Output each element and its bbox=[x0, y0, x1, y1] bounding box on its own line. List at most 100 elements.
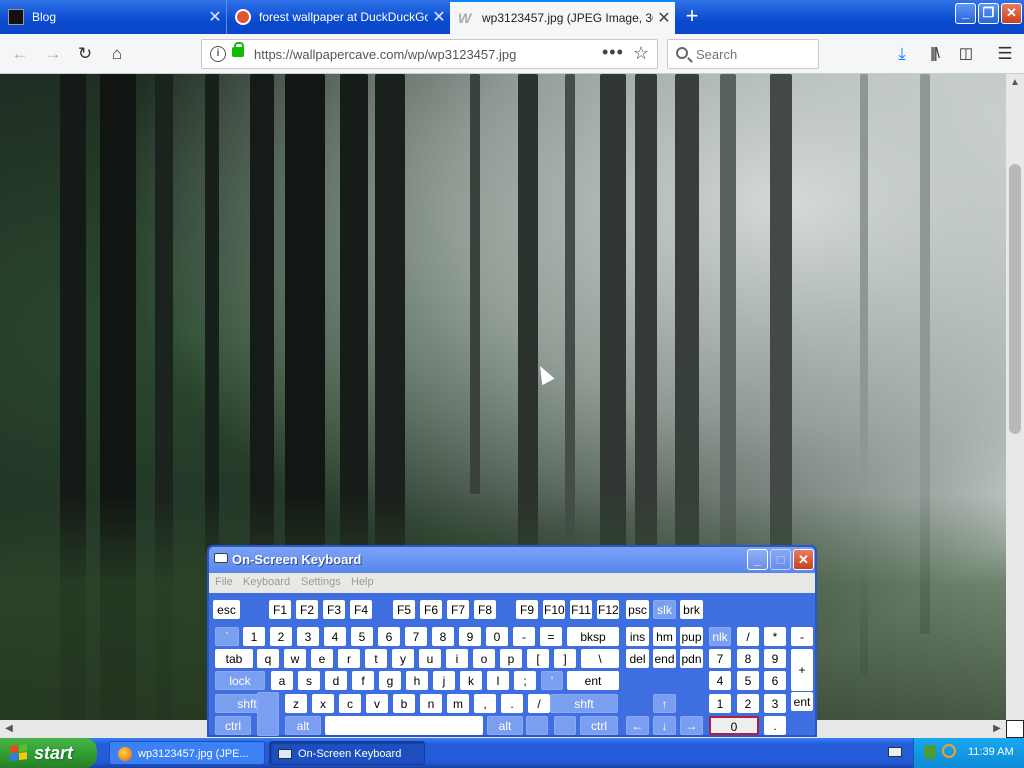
osk-key[interactable]: alt bbox=[285, 716, 321, 735]
osk-key[interactable]: 1 bbox=[243, 627, 265, 646]
osk-key[interactable]: F3 bbox=[323, 600, 345, 619]
osk-key[interactable]: F10 bbox=[543, 600, 565, 619]
osk-key[interactable]: ctrl bbox=[580, 716, 618, 735]
osk-key[interactable]: ent bbox=[791, 692, 813, 711]
scroll-right-icon[interactable]: ▶ bbox=[988, 720, 1006, 738]
taskbar-button-firefox[interactable]: wp3123457.jpg (JPE... bbox=[109, 741, 265, 765]
osk-key[interactable]: F12 bbox=[597, 600, 619, 619]
scrollbar-thumb[interactable] bbox=[1009, 164, 1021, 434]
osk-key[interactable]: F9 bbox=[516, 600, 538, 619]
osk-key[interactable] bbox=[257, 692, 279, 736]
osk-key[interactable]: ent bbox=[567, 671, 619, 690]
search-input[interactable] bbox=[696, 44, 811, 64]
minimize-button[interactable]: _ bbox=[955, 3, 976, 24]
osk-key[interactable]: j bbox=[433, 671, 455, 690]
osk-key[interactable]: ↓ bbox=[653, 716, 676, 735]
osk-key[interactable]: v bbox=[366, 694, 388, 713]
osk-key[interactable]: 2 bbox=[270, 627, 292, 646]
osk-key[interactable] bbox=[325, 716, 483, 735]
network-icon[interactable] bbox=[924, 745, 936, 759]
osk-key[interactable]: 6 bbox=[764, 671, 786, 690]
osk-key[interactable]: r bbox=[338, 649, 360, 668]
osk-key[interactable]: F5 bbox=[393, 600, 415, 619]
close-tab-icon[interactable]: ✕ bbox=[204, 7, 226, 27]
osk-key[interactable]: / bbox=[528, 694, 550, 713]
osk-key[interactable]: ] bbox=[554, 649, 576, 668]
windows-key[interactable]: → bbox=[680, 716, 703, 735]
osk-key[interactable]: hm bbox=[653, 627, 676, 646]
osk-key[interactable]: 0 bbox=[486, 627, 508, 646]
osk-key[interactable]: 1 bbox=[709, 694, 731, 713]
url-text[interactable]: https://wallpapercave.com/wp/wp3123457.j… bbox=[254, 47, 516, 62]
magnifier-icon[interactable] bbox=[942, 744, 956, 758]
new-tab-button[interactable]: + bbox=[680, 4, 704, 28]
close-tab-icon[interactable]: ✕ bbox=[653, 8, 675, 28]
osk-key[interactable]: y bbox=[392, 649, 414, 668]
osk-key[interactable]: tab bbox=[215, 649, 253, 668]
osk-key[interactable]: brk bbox=[680, 600, 703, 619]
page-actions-icon[interactable]: ••• bbox=[602, 42, 624, 63]
taskbar-button-osk[interactable]: On-Screen Keyboard bbox=[269, 741, 425, 765]
osk-key[interactable]: p bbox=[500, 649, 522, 668]
osk-key[interactable]: / bbox=[737, 627, 759, 646]
close-tab-icon[interactable]: ✕ bbox=[428, 7, 450, 27]
osk-key[interactable]: 4 bbox=[324, 627, 346, 646]
lock-icon[interactable] bbox=[232, 42, 244, 57]
osk-key[interactable]: * bbox=[764, 627, 786, 646]
osk-key[interactable]: pup bbox=[680, 627, 703, 646]
menu-help[interactable]: Help bbox=[351, 576, 374, 588]
osk-key[interactable]: + bbox=[791, 649, 813, 691]
osk-key[interactable]: . bbox=[764, 716, 786, 735]
downloads-icon[interactable]: ⤓ bbox=[890, 42, 914, 66]
tab-wallpaper-image[interactable]: W wp3123457.jpg (JPEG Image, 300 ✕ bbox=[450, 0, 675, 34]
osk-key[interactable]: 3 bbox=[297, 627, 319, 646]
osk-key[interactable]: lock bbox=[215, 671, 265, 690]
osk-key[interactable]: e bbox=[311, 649, 333, 668]
osk-title-bar[interactable]: On-Screen Keyboard _ □ ✕ bbox=[209, 547, 815, 573]
application-menu-key[interactable]: 0 bbox=[709, 716, 759, 735]
osk-key[interactable]: del bbox=[626, 649, 649, 668]
osk-key[interactable]: u bbox=[419, 649, 441, 668]
osk-key[interactable]: 3 bbox=[764, 694, 786, 713]
osk-key[interactable]: pdn bbox=[680, 649, 703, 668]
sidebar-icon[interactable]: ◫ bbox=[954, 42, 978, 66]
osk-key[interactable]: d bbox=[325, 671, 347, 690]
osk-key[interactable]: i bbox=[446, 649, 468, 668]
osk-key[interactable]: m bbox=[447, 694, 469, 713]
vertical-scrollbar[interactable]: ▲ bbox=[1006, 74, 1024, 720]
menu-keyboard[interactable]: Keyboard bbox=[243, 576, 290, 588]
osk-key[interactable]: F2 bbox=[296, 600, 318, 619]
osk-key[interactable]: shft bbox=[550, 694, 618, 713]
scroll-up-icon[interactable]: ▲ bbox=[1006, 74, 1024, 92]
osk-key[interactable]: F4 bbox=[350, 600, 372, 619]
osk-key[interactable]: 8 bbox=[737, 649, 759, 668]
osk-key[interactable]: ← bbox=[626, 716, 649, 735]
osk-key[interactable]: f bbox=[352, 671, 374, 690]
osk-key[interactable]: ; bbox=[514, 671, 536, 690]
osk-key[interactable]: F6 bbox=[420, 600, 442, 619]
osk-key[interactable]: z bbox=[285, 694, 307, 713]
osk-key[interactable]: slk bbox=[653, 600, 676, 619]
start-button[interactable]: start bbox=[0, 738, 97, 768]
osk-key[interactable]: b bbox=[393, 694, 415, 713]
osk-key[interactable]: a bbox=[271, 671, 293, 690]
library-icon[interactable]: |||\ bbox=[922, 42, 946, 66]
osk-key[interactable]: k bbox=[460, 671, 482, 690]
osk-key[interactable]: t bbox=[365, 649, 387, 668]
search-box[interactable] bbox=[667, 39, 819, 69]
osk-key[interactable]: F7 bbox=[447, 600, 469, 619]
osk-key[interactable]: = bbox=[540, 627, 562, 646]
osk-key[interactable]: ` bbox=[215, 627, 239, 646]
osk-key[interactable]: F11 bbox=[570, 600, 592, 619]
osk-key[interactable]: c bbox=[339, 694, 361, 713]
bookmark-star-icon[interactable]: ☆ bbox=[633, 43, 649, 64]
menu-file[interactable]: File bbox=[215, 576, 233, 588]
osk-key[interactable]: ins bbox=[626, 627, 649, 646]
osk-key[interactable]: alt bbox=[487, 716, 523, 735]
osk-key[interactable] bbox=[526, 716, 548, 735]
osk-key[interactable]: 9 bbox=[459, 627, 481, 646]
osk-key[interactable]: o bbox=[473, 649, 495, 668]
scroll-left-icon[interactable]: ◀ bbox=[0, 720, 18, 738]
osk-key[interactable]: \ bbox=[581, 649, 619, 668]
osk-key[interactable]: q bbox=[257, 649, 279, 668]
